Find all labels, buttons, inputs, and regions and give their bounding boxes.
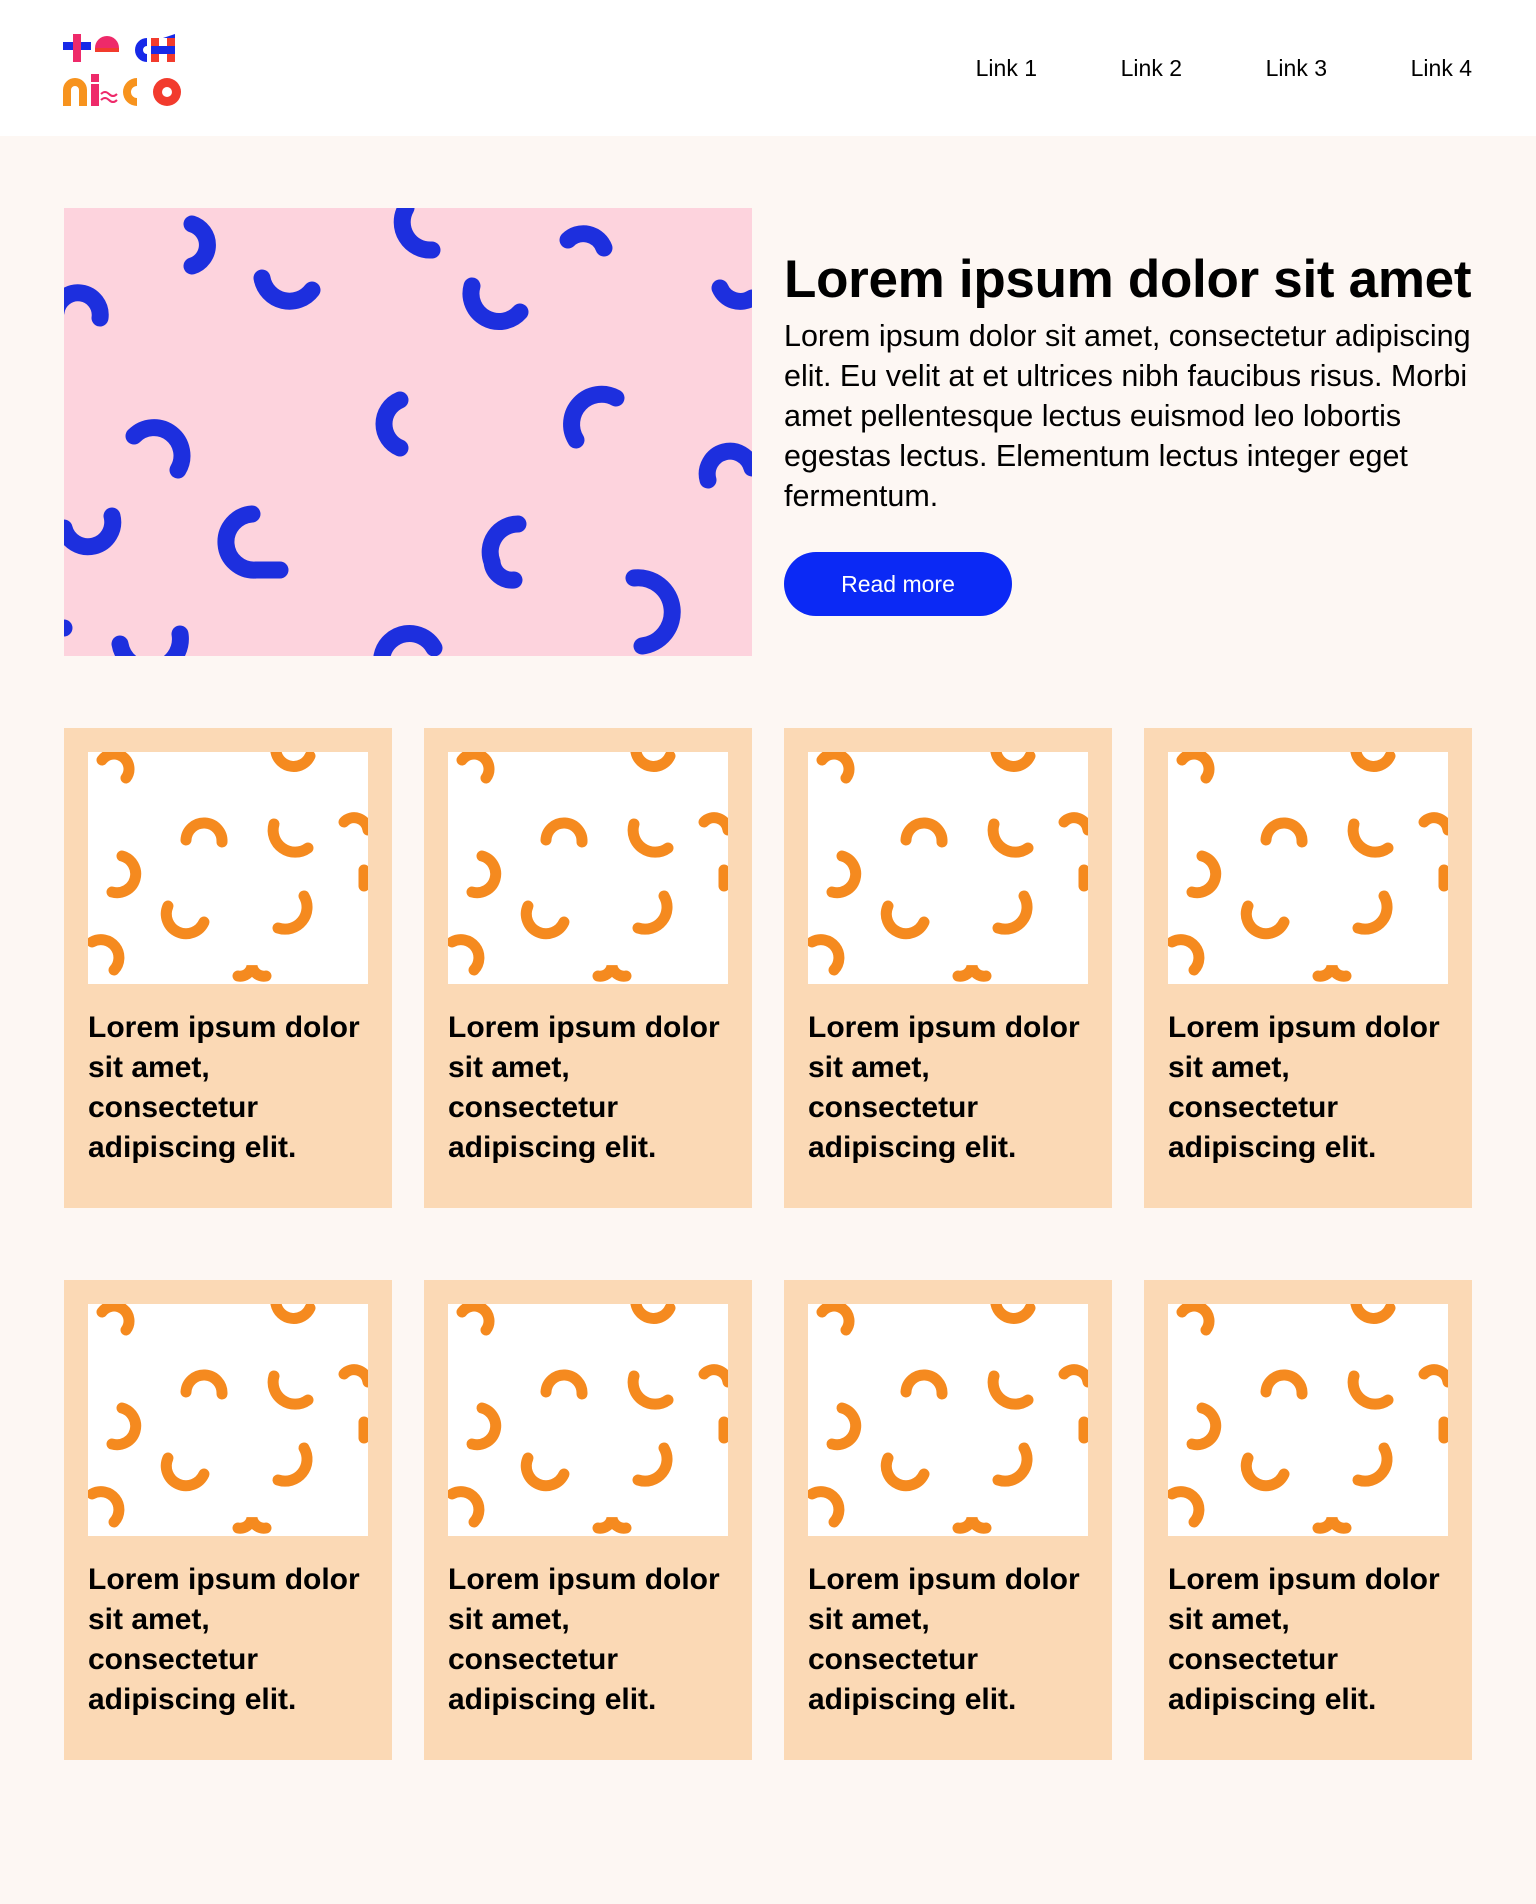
card-1[interactable]: Lorem ipsum dolor sit amet, consectetur …	[64, 728, 392, 1208]
card-image	[448, 1304, 728, 1536]
card-text: Lorem ipsum dolor sit amet, consectetur …	[448, 1011, 720, 1164]
card-image	[808, 752, 1088, 984]
card-image	[808, 1304, 1088, 1536]
hero-text-block: Lorem ipsum dolor sit amet Lorem ipsum d…	[784, 244, 1484, 516]
card-text: Lorem ipsum dolor sit amet, consectetur …	[1168, 1563, 1440, 1716]
card-text: Lorem ipsum dolor sit amet, consectetur …	[808, 1563, 1080, 1716]
card-image	[1168, 1304, 1448, 1536]
logo-mark-icon	[63, 34, 181, 106]
card-5[interactable]: Lorem ipsum dolor sit amet, consectetur …	[64, 1280, 392, 1760]
main-nav: Link 1 Link 2 Link 3 Link 4	[892, 52, 1472, 84]
card-grid: Lorem ipsum dolor sit amet, consectetur …	[64, 728, 1472, 1760]
card-image	[88, 1304, 368, 1536]
nav-link-1[interactable]: Link 1	[892, 52, 1037, 84]
card-text: Lorem ipsum dolor sit amet, consectetur …	[448, 1563, 720, 1716]
card-2[interactable]: Lorem ipsum dolor sit amet, consectetur …	[424, 728, 752, 1208]
nav-link-2[interactable]: Link 2	[1037, 52, 1182, 84]
hero-image	[64, 208, 752, 656]
card-text: Lorem ipsum dolor sit amet, consectetur …	[88, 1011, 360, 1164]
logo[interactable]	[63, 34, 183, 106]
card-text: Lorem ipsum dolor sit amet, consectetur …	[88, 1563, 360, 1716]
card-text: Lorem ipsum dolor sit amet, consectetur …	[1168, 1011, 1440, 1164]
read-more-button[interactable]: Read more	[784, 552, 1012, 616]
squiggle-pattern-image	[448, 752, 728, 984]
hero-description: Lorem ipsum dolor sit amet, consectetur …	[784, 319, 1471, 513]
squiggle-pattern-image	[88, 1304, 368, 1536]
card-7[interactable]: Lorem ipsum dolor sit amet, consectetur …	[784, 1280, 1112, 1760]
site-header: Link 1 Link 2 Link 3 Link 4	[0, 0, 1536, 136]
hero-title: Lorem ipsum dolor sit amet	[784, 250, 1472, 309]
card-image	[88, 752, 368, 984]
card-6[interactable]: Lorem ipsum dolor sit amet, consectetur …	[424, 1280, 752, 1760]
card-4[interactable]: Lorem ipsum dolor sit amet, consectetur …	[1144, 728, 1472, 1208]
squiggle-pattern-image	[64, 208, 752, 656]
card-image	[1168, 752, 1448, 984]
squiggle-pattern-image	[88, 752, 368, 984]
card-8[interactable]: Lorem ipsum dolor sit amet, consectetur …	[1144, 1280, 1472, 1760]
squiggle-pattern-image	[1168, 752, 1448, 984]
squiggle-pattern-image	[808, 1304, 1088, 1536]
squiggle-pattern-image	[808, 752, 1088, 984]
squiggle-pattern-image	[1168, 1304, 1448, 1536]
card-3[interactable]: Lorem ipsum dolor sit amet, consectetur …	[784, 728, 1112, 1208]
squiggle-pattern-image	[448, 1304, 728, 1536]
nav-link-3[interactable]: Link 3	[1182, 52, 1327, 84]
nav-link-4[interactable]: Link 4	[1327, 52, 1472, 84]
card-image	[448, 752, 728, 984]
card-text: Lorem ipsum dolor sit amet, consectetur …	[808, 1011, 1080, 1164]
